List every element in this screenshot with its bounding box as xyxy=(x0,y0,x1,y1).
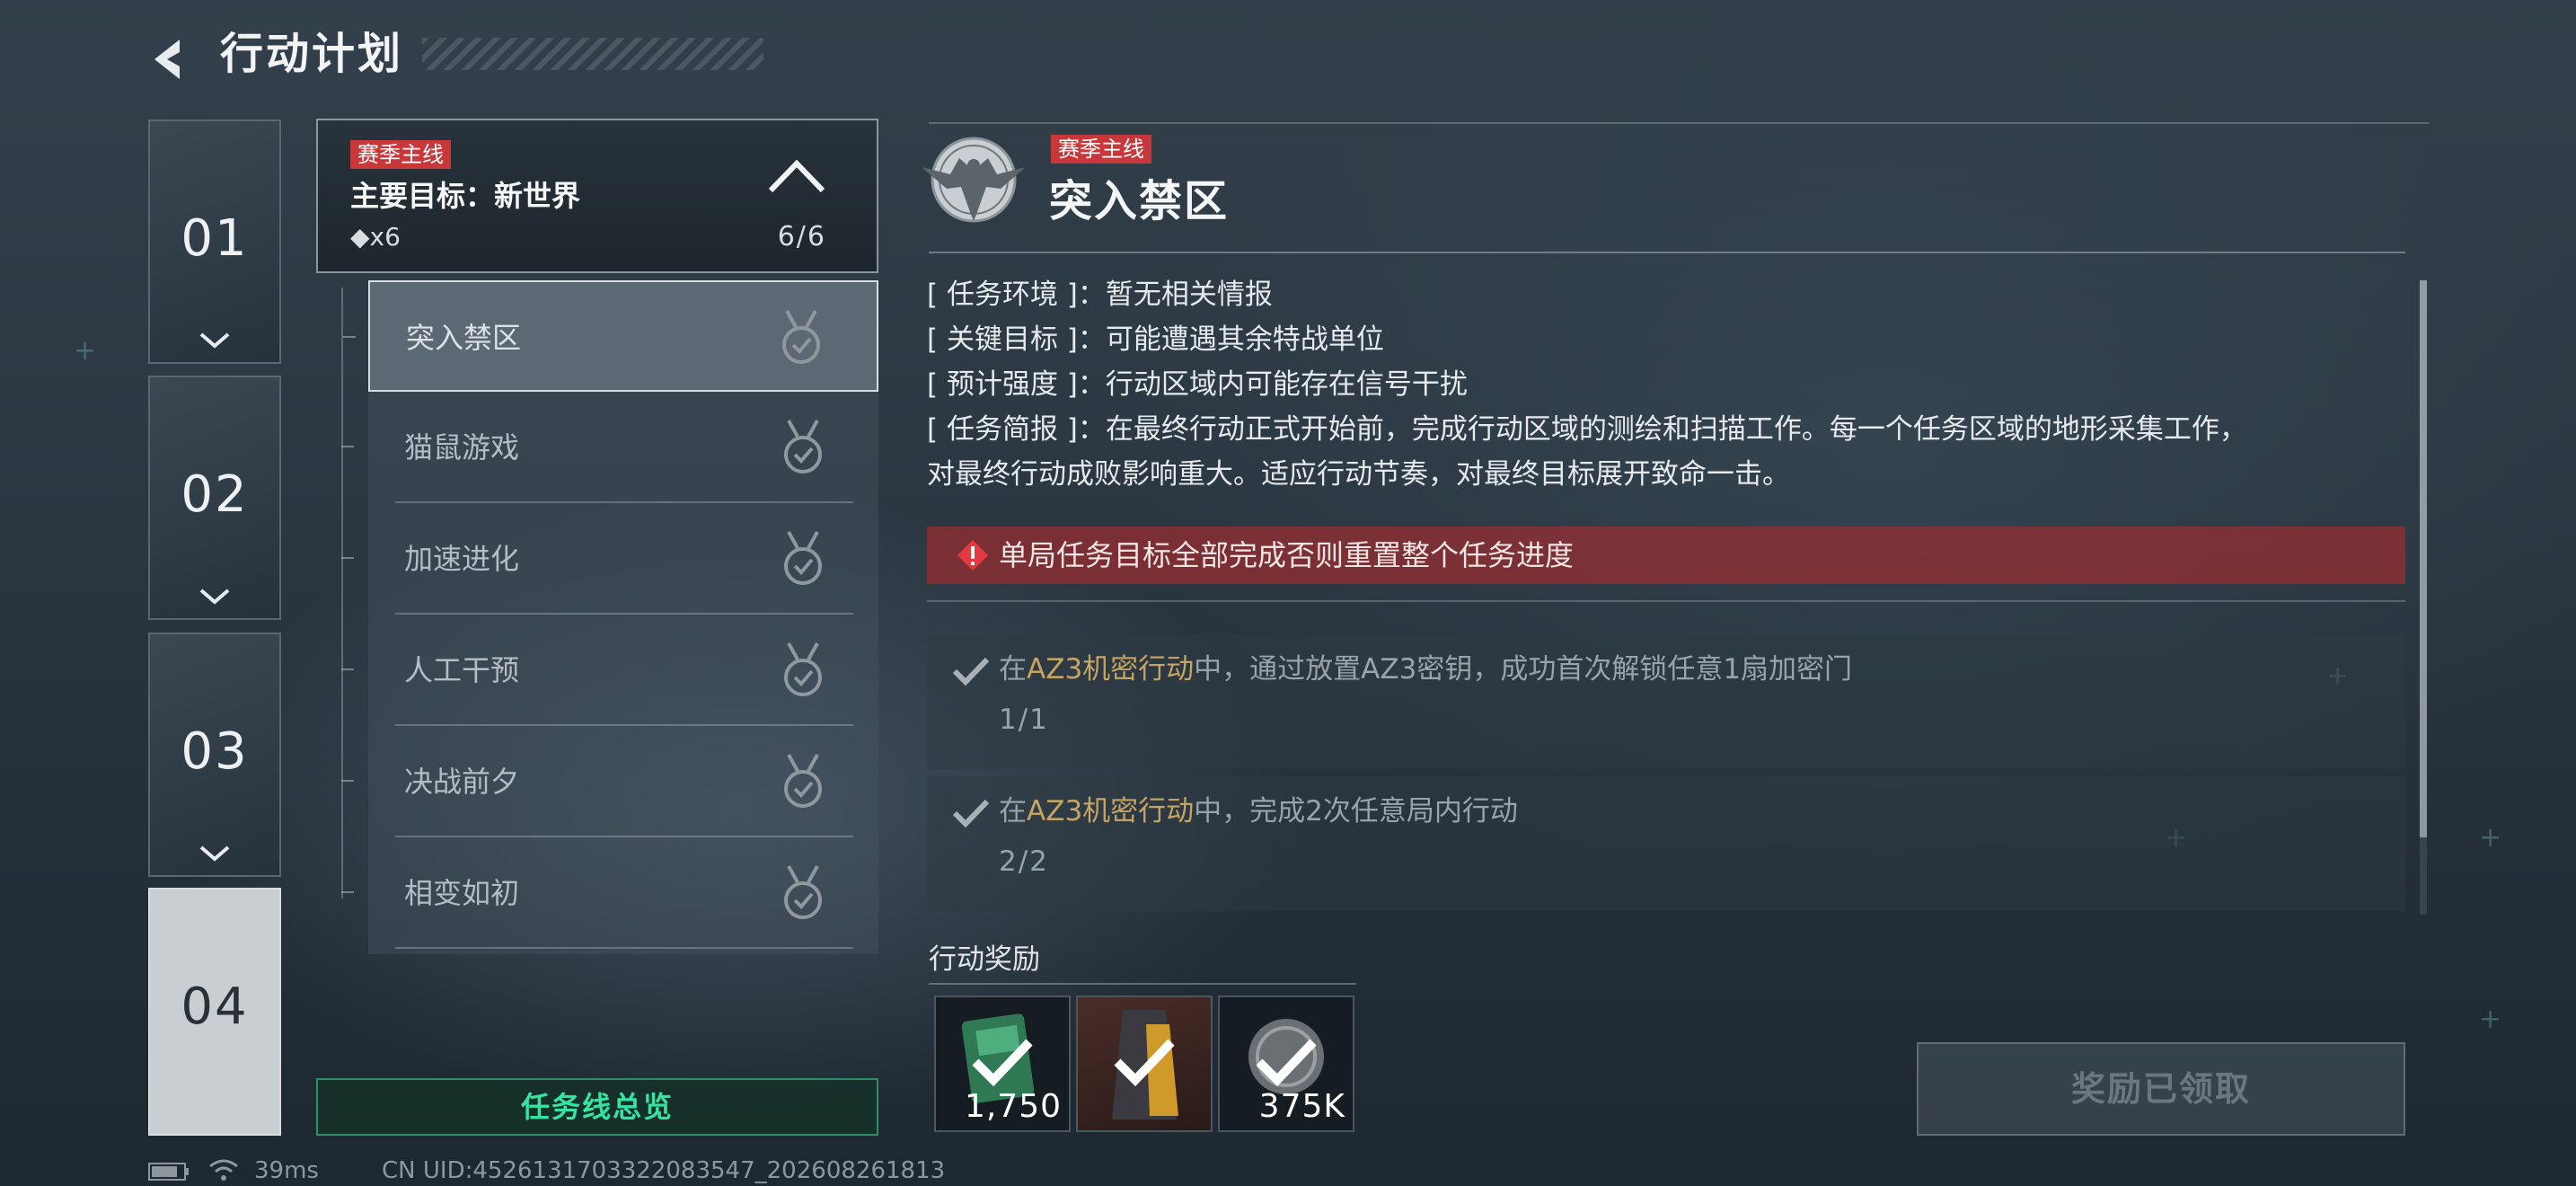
mission-item-5[interactable]: 决战前夕 xyxy=(341,726,878,837)
info-briefing-cont: 对最终行动成败影响重大。适应行动节奏，对最终目标展开致命一击。 xyxy=(927,458,1790,491)
reward-item[interactable]: 1,750 xyxy=(934,996,1071,1132)
season-main-badge: 赛季主线 xyxy=(350,140,451,169)
chapter-tab-01[interactable]: 01 xyxy=(148,119,281,364)
tree-tick xyxy=(341,668,354,670)
season-main-badge: 赛季主线 xyxy=(1051,135,1151,164)
rewards-label: 行动奖励 xyxy=(929,943,1040,976)
objective-item: 在AZ3机密行动中，完成2次任意局内行动 2/2 xyxy=(927,776,2405,911)
rewards-claimed-button[interactable]: 奖励已领取 xyxy=(1917,1042,2405,1136)
back-arrow-icon[interactable] xyxy=(144,32,198,86)
chapter-tab-03[interactable]: 03 xyxy=(148,633,281,877)
check-icon xyxy=(972,1039,1033,1087)
mission-label: 突入禁区 xyxy=(406,321,522,355)
divider xyxy=(929,122,2429,124)
reward-item[interactable] xyxy=(1076,996,1213,1132)
mission-list: 突入禁区 猫鼠游戏 加速进化 人工干预 决战前夕 相变如初 xyxy=(341,280,878,954)
objective-item: 在AZ3机密行动中，通过放置AZ3密钥，成功首次解锁任意1扇加密门 1/1 xyxy=(927,634,2405,769)
info-key-target: [ 关键目标 ]：可能遭遇其余特战单位 xyxy=(927,323,1384,356)
objective-suffix: 中，通过放置AZ3密钥，成功首次解锁任意1扇加密门 xyxy=(1194,653,1853,686)
reward-item[interactable]: 375K xyxy=(1218,996,1354,1132)
reward-quantity: 1,750 xyxy=(964,1088,1062,1125)
objective-text: 在AZ3机密行动中，通过放置AZ3密钥，成功首次解锁任意1扇加密门 xyxy=(999,647,1852,692)
tree-tick xyxy=(341,780,354,782)
chevron-down-icon xyxy=(199,845,230,862)
uid-text: CN UID:4526131703322083547_202608261813 xyxy=(382,1157,946,1184)
mission-label: 相变如初 xyxy=(404,876,520,910)
reward-quantity: 375K xyxy=(1258,1088,1345,1125)
wifi-icon xyxy=(209,1159,238,1181)
mission-item-3[interactable]: 加速进化 xyxy=(341,503,878,615)
chapter-number: 04 xyxy=(181,978,249,1036)
mission-count: ◆x6 xyxy=(350,222,401,252)
status-bar: 39ms CN UID:4526131703322083547_20260826… xyxy=(148,1155,1046,1186)
decor-plus: + xyxy=(2479,1004,2502,1035)
page-title: 行动计划 xyxy=(220,29,404,79)
tree-tick xyxy=(341,557,354,559)
info-environment: [ 任务环境 ]：暂无相关情报 xyxy=(927,279,1273,311)
warning-text: 单局任务目标全部完成否则重置整个任务进度 xyxy=(999,538,1575,572)
tree-connector xyxy=(341,288,343,898)
medal-check-icon xyxy=(784,865,822,919)
eagle-emblem-icon xyxy=(922,137,1026,223)
mission-item-2[interactable]: 猫鼠游戏 xyxy=(341,392,878,503)
warning-banner: 单局任务目标全部完成否则重置整个任务进度 xyxy=(927,527,2405,584)
mission-item-6[interactable]: 相变如初 xyxy=(341,837,878,949)
medal-check-icon xyxy=(784,531,822,585)
info-briefing: [ 任务简报 ]：在最终行动正式开始前，完成行动区域的测绘和扫描工作。每一个任务… xyxy=(927,413,2247,446)
check-icon xyxy=(1256,1039,1317,1087)
mission-line-title: 主要目标：新世界 xyxy=(350,179,581,213)
scrollbar-thumb[interactable] xyxy=(2420,280,2427,837)
objective-suffix: 中，完成2次任意局内行动 xyxy=(1194,795,1518,828)
tree-tick xyxy=(341,446,354,447)
check-icon xyxy=(1114,1039,1175,1087)
medal-check-icon xyxy=(784,420,822,474)
header: 行动计划 xyxy=(144,25,763,97)
mission-progress: 6/6 xyxy=(777,221,826,252)
objective-highlight: AZ3机密行动 xyxy=(1027,795,1195,828)
chapter-number: 02 xyxy=(181,465,249,524)
objective-prefix: 在 xyxy=(999,795,1027,828)
mission-line-header[interactable]: 赛季主线 主要目标：新世界 ◆x6 6/6 xyxy=(316,119,878,273)
battery-icon xyxy=(148,1163,189,1181)
chapter-number: 01 xyxy=(181,209,249,268)
mission-item-1[interactable]: 突入禁区 xyxy=(343,280,878,392)
objective-progress: 2/2 xyxy=(999,845,1049,878)
mission-label: 人工干预 xyxy=(404,653,520,687)
ping-value: 39ms xyxy=(254,1157,319,1184)
divider xyxy=(927,600,2405,602)
title-decoration xyxy=(422,38,763,70)
objective-highlight: AZ3机密行动 xyxy=(1027,653,1195,686)
medal-check-icon xyxy=(782,310,820,364)
divider xyxy=(929,983,1356,985)
mission-label: 加速进化 xyxy=(404,542,520,576)
medal-check-icon xyxy=(784,754,822,808)
info-strength: [ 预计强度 ]：行动区域内可能存在信号干扰 xyxy=(927,368,1468,401)
divider xyxy=(929,252,2405,253)
objective-text: 在AZ3机密行动中，完成2次任意局内行动 xyxy=(999,789,1518,834)
objective-progress: 1/1 xyxy=(999,704,1049,736)
chapter-tab-02[interactable]: 02 xyxy=(148,376,281,620)
objective-prefix: 在 xyxy=(999,653,1027,686)
chevron-down-icon xyxy=(199,332,230,349)
mission-detail-title: 突入禁区 xyxy=(1049,176,1230,226)
warning-icon xyxy=(957,540,988,571)
mission-label: 决战前夕 xyxy=(404,765,520,799)
chapter-tab-04[interactable]: 04 xyxy=(148,888,281,1136)
divider xyxy=(395,947,853,949)
chevron-up-icon[interactable] xyxy=(765,156,828,196)
mission-overview-button[interactable]: 任务线总览 xyxy=(316,1078,878,1136)
mission-label: 猫鼠游戏 xyxy=(404,430,520,465)
decor-plus: + xyxy=(74,335,97,367)
check-icon xyxy=(952,799,990,828)
tree-tick xyxy=(343,336,356,338)
check-icon xyxy=(952,657,990,686)
decor-plus: + xyxy=(2479,822,2502,854)
chevron-down-icon xyxy=(199,589,230,605)
mission-item-4[interactable]: 人工干预 xyxy=(341,615,878,726)
chapter-number: 03 xyxy=(181,722,249,781)
medal-check-icon xyxy=(784,642,822,696)
tree-tick xyxy=(341,891,354,893)
